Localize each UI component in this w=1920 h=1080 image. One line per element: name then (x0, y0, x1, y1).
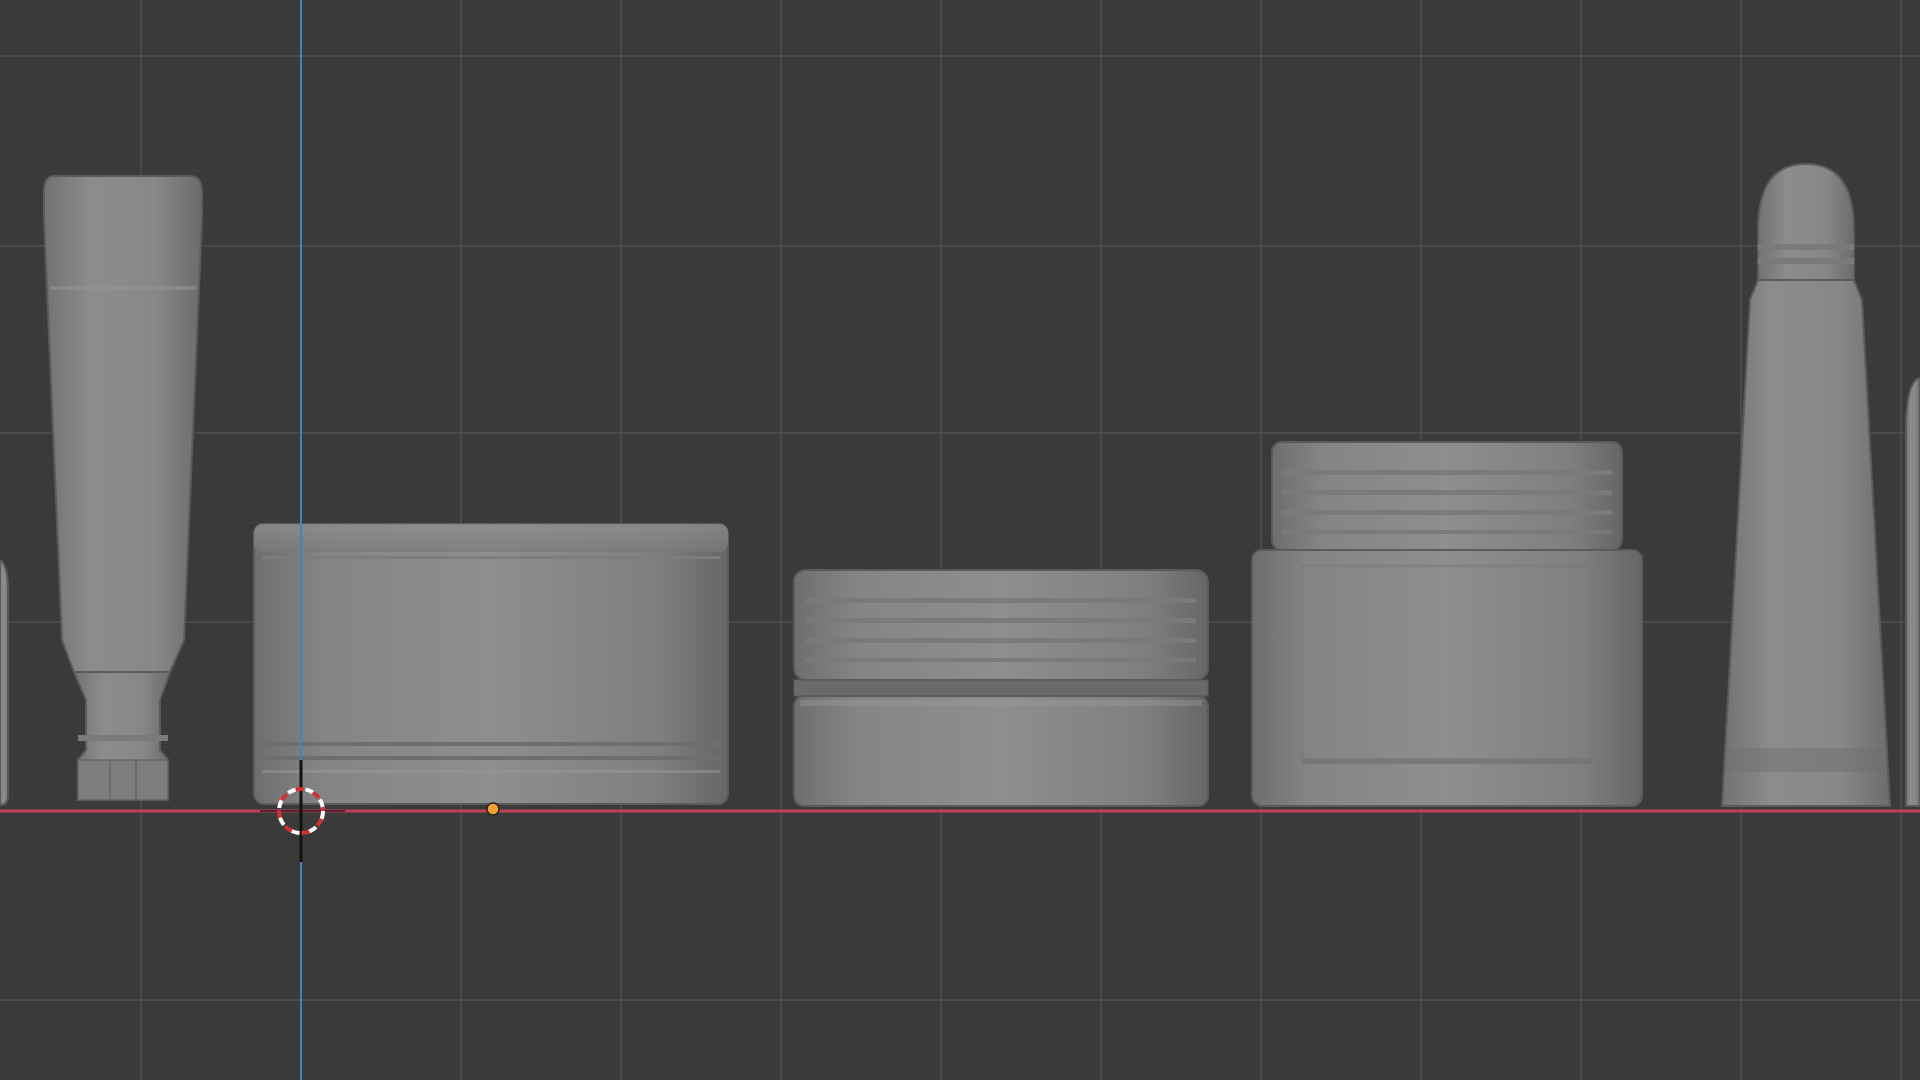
object-origin-icon[interactable] (486, 802, 500, 816)
3d-cursor-icon[interactable] (260, 760, 345, 862)
viewport-overlay (260, 760, 500, 862)
3d-viewport[interactable] (0, 0, 1920, 1080)
